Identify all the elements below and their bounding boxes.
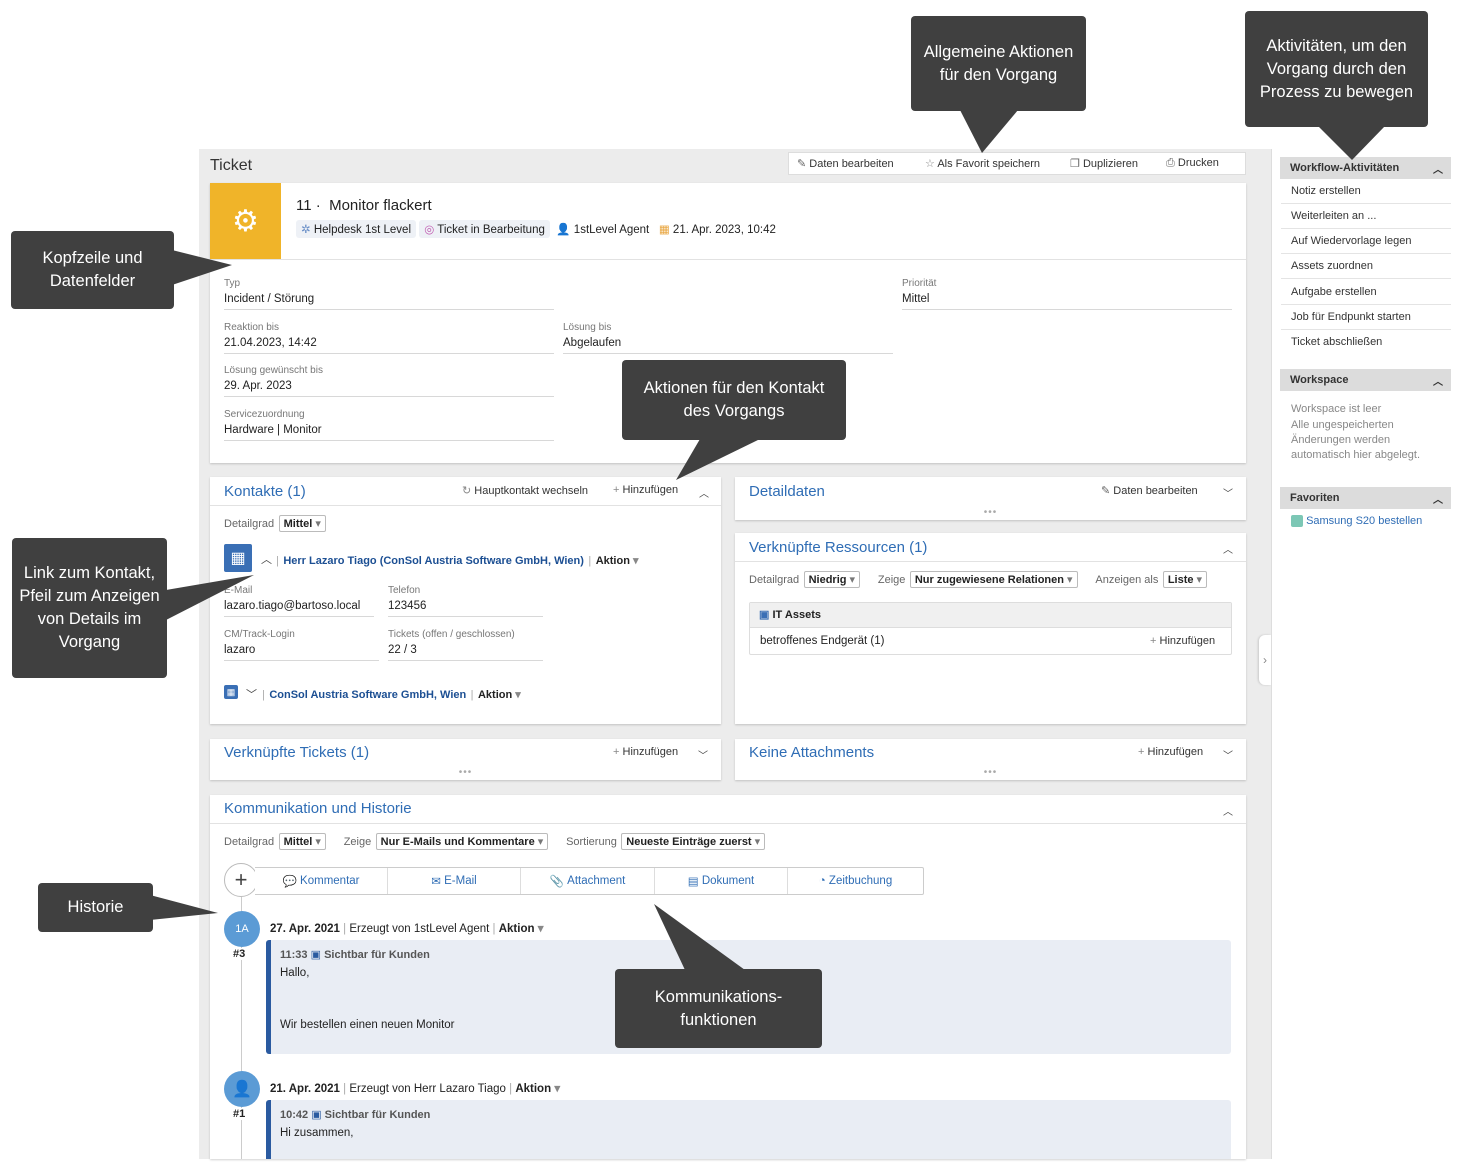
- callout-link-kontakt: Link zum Kontakt, Pfeil zum Anzeigen von…: [12, 538, 167, 678]
- callout-pointer-allgemeine: [960, 110, 1018, 153]
- callout-pointer-kontakt: [676, 439, 760, 480]
- callout-pointer-kommunikation: [654, 904, 745, 970]
- callout-pointer-aktivitaeten: [1318, 126, 1385, 160]
- callout-pointer-historie: [150, 895, 218, 920]
- callout-pointer-link: [166, 575, 254, 620]
- callout-aktivitaeten: Aktivitäten, um den Vorgang durch den Pr…: [1245, 11, 1428, 127]
- callout-kontakt-aktionen: Aktionen für den Kontakt des Vorgangs: [622, 360, 846, 440]
- callout-allgemeine: Allgemeine Aktionen für den Vorgang: [911, 16, 1086, 111]
- callout-kommunikation: Kommunikations-funktionen: [615, 969, 822, 1048]
- callout-historie: Historie: [38, 883, 153, 932]
- callout-pointer-kopfzeile: [172, 250, 232, 285]
- callout-kopfzeile: Kopfzeile und Datenfelder: [11, 231, 174, 309]
